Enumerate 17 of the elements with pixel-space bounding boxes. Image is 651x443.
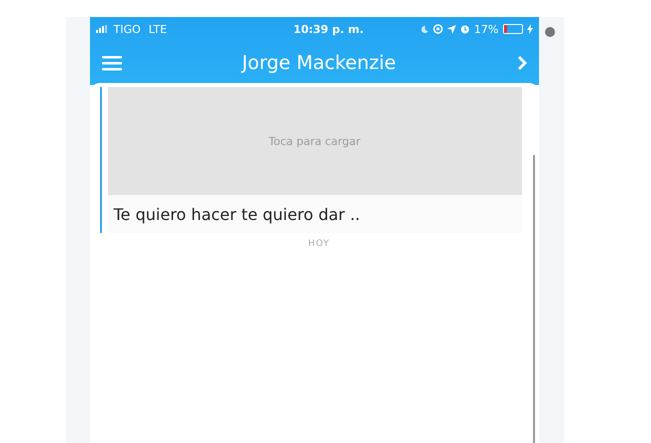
chevron-right-icon[interactable]	[516, 55, 526, 71]
signal-icon	[96, 25, 110, 33]
message-card[interactable]: Toca para cargar Te quiero hacer te quiero dar ..	[108, 87, 522, 233]
battery-icon	[502, 24, 522, 34]
menu-icon[interactable]	[102, 55, 122, 71]
tap-to-load-text: Toca para cargar	[268, 134, 360, 148]
charging-bolt-icon	[526, 24, 532, 34]
location-arrow-icon	[447, 24, 456, 34]
network-type: LTE	[148, 22, 167, 36]
carrier-name: TIGO	[114, 22, 141, 36]
battery-percent: 17%	[474, 22, 498, 36]
date-separator: HOY	[307, 239, 331, 249]
alarm-clock-icon	[460, 24, 470, 34]
message-caption: Te quiero hacer te quiero dar ..	[114, 204, 360, 224]
moon-icon	[420, 24, 430, 34]
chat-title: Jorge Mackenzie	[240, 52, 397, 74]
status-time: 10:39 p. m.	[292, 22, 365, 36]
